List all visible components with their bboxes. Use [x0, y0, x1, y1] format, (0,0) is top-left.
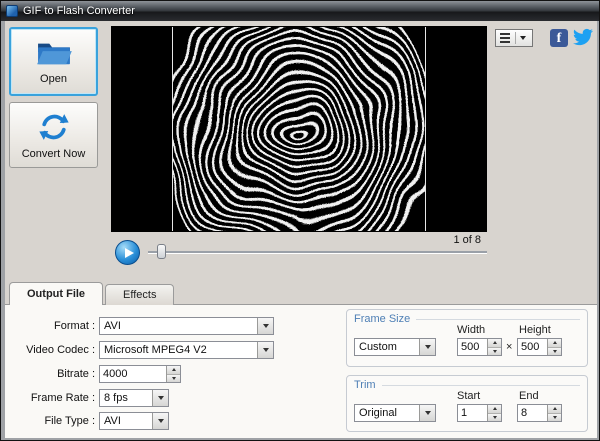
app-icon — [6, 5, 18, 17]
trim-mode-value: Original — [355, 405, 419, 421]
convert-button-label: Convert Now — [22, 148, 86, 160]
title-bar[interactable]: GIF to Flash Converter — [1, 1, 599, 21]
frame-rate-label: Frame Rate : — [15, 389, 95, 407]
convert-refresh-icon — [38, 111, 70, 143]
frame-rate-select[interactable]: 8 fps — [99, 389, 169, 407]
preview-area — [111, 26, 487, 232]
spin-up-icon[interactable] — [548, 339, 561, 348]
dropdown-arrow-icon[interactable] — [152, 413, 168, 429]
menu-separator — [515, 32, 516, 44]
width-value[interactable] — [458, 339, 487, 355]
spin-down-icon[interactable] — [488, 348, 501, 356]
dropdown-arrow-icon[interactable] — [152, 390, 168, 406]
dropdown-arrow-icon[interactable] — [257, 342, 273, 358]
window-title: GIF to Flash Converter — [23, 5, 135, 17]
trim-mode-select[interactable]: Original — [354, 404, 436, 422]
facebook-icon[interactable]: f — [550, 29, 568, 47]
convert-now-button[interactable]: Convert Now — [9, 102, 98, 168]
bitrate-value[interactable] — [100, 366, 166, 382]
spin-up-icon[interactable] — [488, 405, 501, 414]
file-type-label: File Type : — [15, 412, 95, 430]
width-input[interactable] — [457, 338, 502, 356]
spin-down-icon[interactable] — [548, 414, 561, 422]
app-window: GIF to Flash Converter Open Convert Now — [0, 0, 600, 441]
spin-down-icon[interactable] — [488, 414, 501, 422]
frame-size-group-label: Frame Size — [354, 313, 410, 325]
frame-size-mode-value: Custom — [355, 339, 419, 355]
open-button[interactable]: Open — [9, 27, 98, 96]
height-label: Height — [519, 324, 551, 336]
frame-rate-value: 8 fps — [100, 390, 152, 406]
view-menu-button[interactable] — [495, 29, 533, 47]
video-codec-value: Microsoft MPEG4 V2 — [100, 342, 257, 358]
spin-down-icon[interactable] — [548, 348, 561, 356]
format-label: Format : — [15, 317, 95, 335]
settings-tabs: Output File Effects — [9, 282, 176, 305]
chevron-down-icon — [520, 36, 526, 43]
start-label: Start — [457, 390, 480, 402]
tab-output-file[interactable]: Output File — [9, 282, 103, 305]
trim-group: Trim Start End Original — [346, 375, 588, 432]
spin-down-icon[interactable] — [167, 375, 180, 383]
format-value: AVI — [100, 318, 257, 334]
dropdown-arrow-icon[interactable] — [419, 339, 435, 355]
slider-track[interactable] — [148, 251, 487, 253]
spin-up-icon[interactable] — [167, 366, 180, 375]
bitrate-input[interactable] — [99, 365, 181, 383]
end-label: End — [519, 390, 539, 402]
play-button[interactable] — [115, 240, 140, 265]
file-type-select[interactable]: AVI — [99, 412, 169, 430]
multiply-sign: × — [506, 341, 512, 353]
video-codec-select[interactable]: Microsoft MPEG4 V2 — [99, 341, 274, 359]
trim-end-value[interactable] — [518, 405, 547, 421]
open-folder-icon — [35, 38, 73, 68]
trim-end-input[interactable] — [517, 404, 562, 422]
width-label: Width — [457, 324, 485, 336]
spin-up-icon[interactable] — [488, 339, 501, 348]
list-icon — [500, 33, 510, 43]
client-area: Open Convert Now — [5, 21, 597, 438]
open-button-label: Open — [40, 73, 67, 85]
dropdown-arrow-icon[interactable] — [257, 318, 273, 334]
format-select[interactable]: AVI — [99, 317, 274, 335]
tab-effects[interactable]: Effects — [105, 284, 174, 305]
gif-frame-image — [172, 27, 426, 231]
trim-group-label: Trim — [354, 379, 376, 391]
spin-up-icon[interactable] — [548, 405, 561, 414]
bitrate-label: Bitrate : — [15, 365, 95, 383]
frame-size-mode-select[interactable]: Custom — [354, 338, 436, 356]
group-divider — [416, 319, 580, 320]
group-divider — [382, 385, 580, 386]
play-icon — [125, 248, 134, 258]
video-codec-label: Video Codec : — [15, 341, 95, 359]
height-value[interactable] — [518, 339, 547, 355]
file-type-value: AVI — [100, 413, 152, 429]
frame-size-group: Frame Size Width Height Custom × — [346, 309, 588, 367]
frame-slider[interactable] — [148, 243, 487, 261]
slider-thumb[interactable] — [157, 244, 166, 259]
trim-start-value[interactable] — [458, 405, 487, 421]
dropdown-arrow-icon[interactable] — [419, 405, 435, 421]
twitter-icon[interactable] — [571, 27, 595, 47]
trim-start-input[interactable] — [457, 404, 502, 422]
height-input[interactable] — [517, 338, 562, 356]
